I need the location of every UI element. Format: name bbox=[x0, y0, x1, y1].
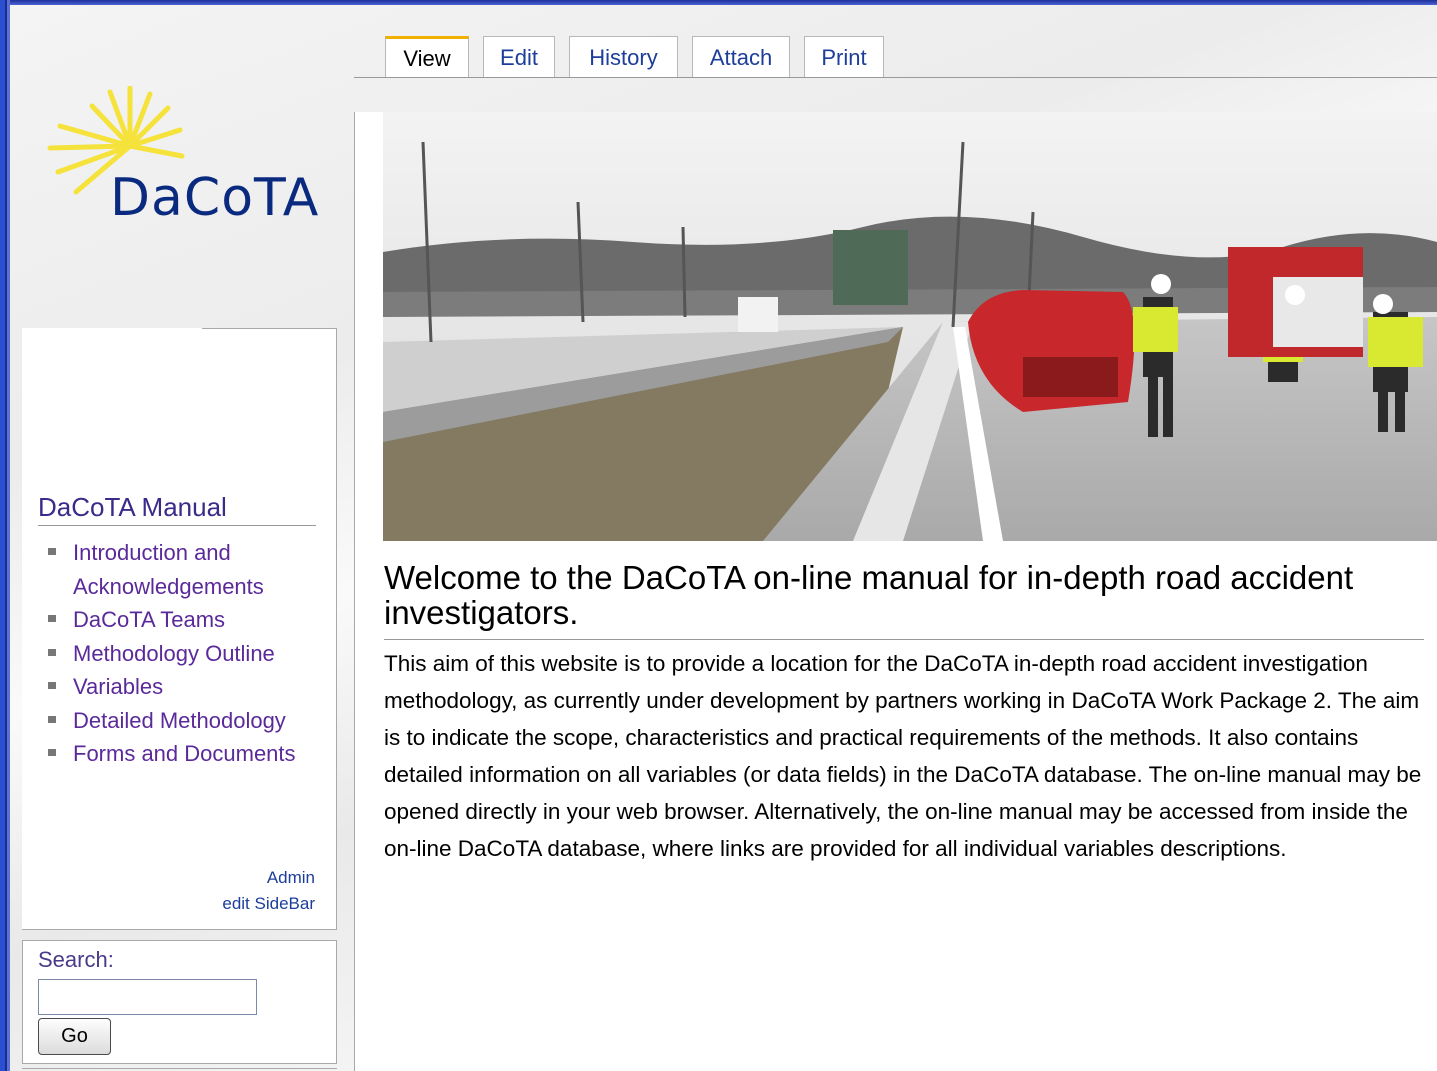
search-label: Search: bbox=[38, 947, 114, 972]
dacota-logo[interactable]: DaCoTA bbox=[40, 85, 340, 228]
window-left-border bbox=[0, 0, 10, 1071]
tab-print[interactable]: Print bbox=[804, 36, 884, 78]
sidebar-item-introduction[interactable]: Introduction and Acknowledgements bbox=[48, 536, 318, 603]
page-title: Welcome to the DaCoTA on-line manual for… bbox=[384, 559, 1354, 631]
search-input[interactable] bbox=[38, 979, 257, 1015]
tab-history[interactable]: History bbox=[569, 36, 678, 78]
window-top-border bbox=[0, 0, 1437, 5]
sidebar-top-border bbox=[202, 328, 337, 329]
page-title-rule bbox=[384, 639, 1424, 640]
sidebar-blank-area bbox=[22, 328, 202, 483]
tabs-baseline bbox=[354, 77, 1437, 78]
content-divider bbox=[354, 112, 355, 1071]
accident-scene-image bbox=[383, 112, 1437, 541]
tab-edit[interactable]: Edit bbox=[483, 36, 555, 78]
tab-attach[interactable]: Attach bbox=[692, 36, 790, 78]
sidebar-bottom-border bbox=[22, 1068, 337, 1069]
sidebar-nav: Introduction and Acknowledgements DaCoTA… bbox=[48, 536, 318, 771]
sidebar-item-forms-documents[interactable]: Forms and Documents bbox=[48, 737, 318, 771]
logo-text: DaCoTA bbox=[110, 168, 320, 228]
admin-link[interactable]: Admin bbox=[267, 868, 315, 888]
intro-paragraph: This aim of this website is to provide a… bbox=[384, 651, 1422, 861]
go-button[interactable]: Go bbox=[38, 1018, 111, 1055]
sidebar-title-rule bbox=[38, 525, 316, 526]
header-photo bbox=[383, 112, 1437, 541]
sidebar-item-detailed-methodology[interactable]: Detailed Methodology bbox=[48, 704, 318, 738]
tab-view[interactable]: View bbox=[385, 36, 469, 78]
sidebar-title[interactable]: DaCoTA Manual bbox=[38, 492, 227, 523]
edit-sidebar-link[interactable]: edit SideBar bbox=[222, 894, 315, 914]
sidebar-item-variables[interactable]: Variables bbox=[48, 670, 318, 704]
sidebar-item-teams[interactable]: DaCoTA Teams bbox=[48, 603, 318, 637]
sidebar-item-methodology-outline[interactable]: Methodology Outline bbox=[48, 637, 318, 671]
